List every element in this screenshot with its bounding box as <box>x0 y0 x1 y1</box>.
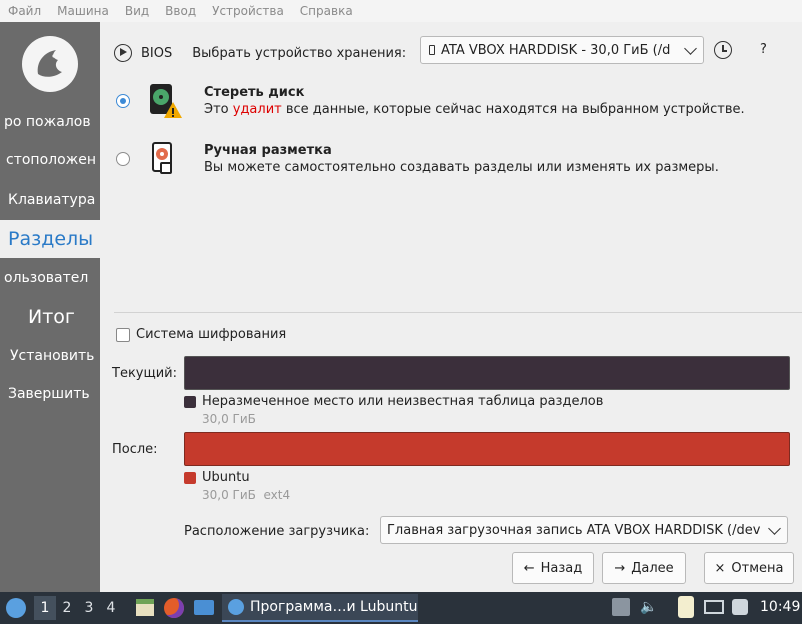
firefox-icon[interactable] <box>164 598 184 618</box>
workspace-switcher: 1 2 3 4 <box>34 596 122 620</box>
current-legend-swatch <box>184 396 196 408</box>
help-button[interactable]: ? <box>760 42 767 57</box>
manual-partition-icon <box>148 140 182 178</box>
storage-device-combobox[interactable]: ATA VBOX HARDDISK - 30,0 ГиБ (/d <box>420 36 704 64</box>
sidebar-item-welcome: ро пожалов <box>4 114 91 130</box>
erase-disk-icon <box>148 82 182 120</box>
chevron-down-icon <box>768 521 781 535</box>
workspace-3[interactable]: 3 <box>78 600 100 616</box>
arrow-right-icon: → <box>614 560 626 576</box>
partitions-page: BIOS Выбрать устройство хранения: ATA VB… <box>100 22 802 592</box>
sidebar-item-summary: Итог <box>28 306 75 328</box>
back-button[interactable]: ← Назад <box>512 552 594 584</box>
bootloader-combobox[interactable]: Главная загрузочная запись ATA VBOX HARD… <box>380 516 788 544</box>
menu-devices[interactable]: Устройства <box>204 4 292 18</box>
file-manager-icon[interactable] <box>136 599 154 616</box>
start-menu-icon[interactable] <box>6 598 26 618</box>
lubuntu-task-icon <box>228 599 244 615</box>
storage-select-label: Выбрать устройство хранения: <box>192 45 407 61</box>
network-icon[interactable] <box>704 600 724 614</box>
clipboard-icon[interactable] <box>678 596 694 618</box>
menu-view[interactable]: Вид <box>117 4 157 18</box>
history-icon[interactable] <box>714 41 732 59</box>
vm-menubar: Файл Машина Вид Ввод Устройства Справка <box>0 0 802 23</box>
taskbar: 1 2 3 4 Программа…и Lubuntu 🔈 10:49 <box>0 592 802 624</box>
manual-partition-title[interactable]: Ручная разметка <box>204 143 332 158</box>
sidebar-item-location: стоположен <box>6 152 97 168</box>
menu-file[interactable]: Файл <box>0 4 49 18</box>
current-legend-size: 30,0 ГиБ <box>202 412 256 426</box>
sidebar-item-partitions: Разделы <box>0 220 100 258</box>
workspace-4[interactable]: 4 <box>100 600 122 616</box>
menu-help[interactable]: Справка <box>292 4 361 18</box>
chevron-down-icon <box>684 41 697 55</box>
bios-label: BIOS <box>141 45 173 61</box>
bootloader-label: Расположение загрузчика: <box>184 524 370 539</box>
cancel-button[interactable]: × Отмена <box>704 552 794 584</box>
notification-icon[interactable] <box>732 599 748 615</box>
sidebar-item-finish: Завершить <box>8 386 90 402</box>
menu-input[interactable]: Ввод <box>157 4 204 18</box>
task-title: Программа…и Lubuntu <box>250 599 418 615</box>
workspace-2[interactable]: 2 <box>56 600 78 616</box>
encryption-checkbox[interactable] <box>116 328 130 342</box>
section-divider <box>114 312 802 313</box>
storage-device-value: ATA VBOX HARDDISK - 30,0 ГиБ (/d <box>441 42 671 58</box>
after-partition-bar <box>184 432 790 466</box>
taskbar-installer-task[interactable]: Программа…и Lubuntu <box>222 594 418 622</box>
encryption-label[interactable]: Система шифрования <box>136 327 286 342</box>
sidebar-item-users: ользовател <box>4 270 89 286</box>
storage-toolbar: BIOS Выбрать устройство хранения: <box>114 40 406 66</box>
after-label: После: <box>112 442 158 457</box>
installer-sidebar: ро пожалов стоположен Клавиатура Разделы… <box>0 22 100 592</box>
erase-disk-radio[interactable] <box>116 94 130 108</box>
after-legend-swatch <box>184 472 196 484</box>
current-label: Текущий: <box>112 366 178 381</box>
workspace-1[interactable]: 1 <box>34 596 56 620</box>
erase-desc-warning: удалит <box>232 102 282 117</box>
lubuntu-logo <box>22 36 78 92</box>
after-legend-size: 30,0 ГиБ ext4 <box>202 488 291 502</box>
next-label: Далее <box>631 560 674 576</box>
after-legend-label: Ubuntu <box>202 470 250 485</box>
erase-disk-title[interactable]: Стереть диск <box>204 85 304 100</box>
bootloader-value: Главная загрузочная запись ATA VBOX HARD… <box>387 522 761 538</box>
manual-partition-radio[interactable] <box>116 152 130 166</box>
eject-icon[interactable] <box>612 598 630 616</box>
manual-partition-description: Вы можете самостоятельно создавать разде… <box>204 160 719 175</box>
clock[interactable]: 10:49 <box>760 599 800 615</box>
current-partition-bar <box>184 356 790 390</box>
close-icon: × <box>714 560 726 576</box>
erase-disk-description: Это удалит все данные, которые сейчас на… <box>204 102 745 117</box>
sidebar-item-install: Установить <box>10 348 95 364</box>
next-button[interactable]: → Далее <box>602 552 686 584</box>
erase-desc-before: Это <box>204 102 233 117</box>
sidebar-item-keyboard: Клавиатура <box>8 192 96 208</box>
back-label: Назад <box>540 560 583 576</box>
arrow-left-icon: ← <box>523 560 535 576</box>
cancel-label: Отмена <box>731 560 784 576</box>
drive-icon <box>429 45 435 55</box>
erase-desc-after: все данные, которые сейчас находятся на … <box>281 102 745 117</box>
bios-play-icon <box>114 44 132 62</box>
current-legend-label: Неразмеченное место или неизвестная табл… <box>202 394 604 409</box>
desktop-icon[interactable] <box>194 600 214 615</box>
menu-machine[interactable]: Машина <box>49 4 117 18</box>
volume-icon[interactable]: 🔈 <box>640 598 658 616</box>
